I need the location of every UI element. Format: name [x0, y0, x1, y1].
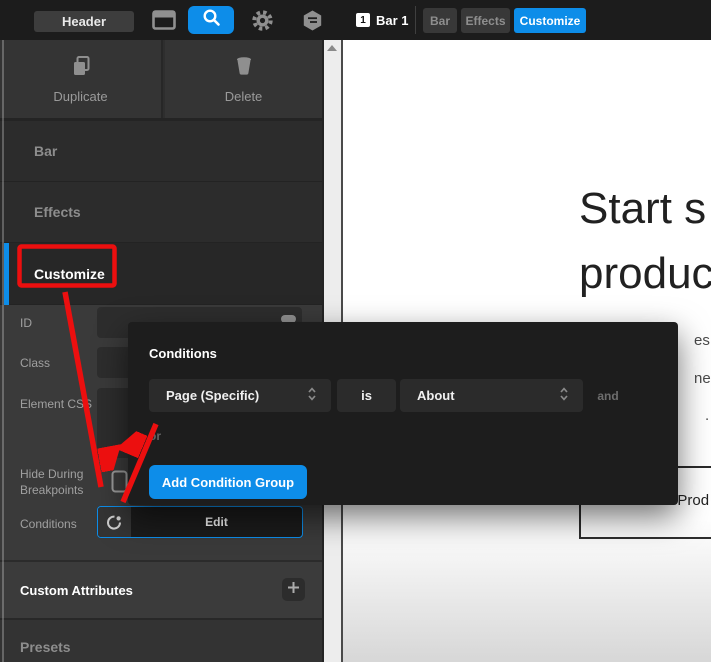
top-toolbar: Header 1 Bar 1 Bar Effects Customize: [0, 0, 711, 40]
preview-bottom-fade: [343, 520, 711, 662]
conditions-status-icon: [98, 507, 131, 537]
preview-heading-line2: produc: [579, 249, 711, 298]
breakpoint-phone-icon[interactable]: [111, 470, 128, 498]
search-icon: [202, 8, 221, 32]
duplicate-button[interactable]: Duplicate: [0, 40, 163, 118]
custom-attributes-label: Custom Attributes: [20, 583, 133, 598]
element-index-badge: 1: [356, 13, 370, 27]
preview-paragraph-fragment: ne p: [694, 370, 711, 387]
builder-app: Header 1 Bar 1 Bar Effects Customize Dup…: [0, 0, 711, 662]
header-template-button[interactable]: Header: [34, 11, 134, 32]
condition-type-select[interactable]: Page (Specific): [149, 379, 331, 412]
search-button[interactable]: [188, 6, 234, 34]
sidebar-left-edge-line: [2, 40, 4, 662]
and-connector-label: and: [597, 388, 619, 403]
chevron-up-down-icon: [307, 386, 317, 405]
conditions-edit-button[interactable]: Edit: [131, 507, 302, 537]
active-section-indicator: [4, 243, 9, 305]
window-layout-icon[interactable]: [152, 10, 176, 30]
preview-heading-line1: Start s: [579, 184, 707, 233]
element-manager-hexagon-icon[interactable]: [301, 9, 324, 32]
tab-bar[interactable]: Bar: [423, 8, 457, 33]
duplicate-icon: [71, 55, 91, 82]
add-custom-attribute-button[interactable]: [282, 578, 305, 601]
tab-customize[interactable]: Customize: [514, 8, 586, 33]
presets-label: Presets: [20, 639, 71, 655]
or-connector-label: or: [149, 429, 161, 443]
delete-label: Delete: [224, 88, 263, 104]
section-bar[interactable]: Bar: [0, 121, 322, 182]
scrollbar-up-arrow-icon[interactable]: [327, 45, 337, 51]
class-field-label: Class: [20, 356, 51, 370]
conditions-popup: Conditions Page (Specific) is About and …: [128, 322, 678, 505]
section-customize[interactable]: Customize: [0, 243, 322, 305]
preview-paragraph-fragment: .: [705, 407, 710, 424]
breadcrumb-element-name: Bar 1: [376, 12, 409, 28]
plus-icon: [287, 581, 300, 599]
delete-button[interactable]: Delete: [165, 40, 322, 118]
tab-effects[interactable]: Effects: [461, 8, 510, 33]
duplicate-label: Duplicate: [53, 88, 108, 104]
settings-gear-icon[interactable]: [251, 9, 274, 32]
hide-during-breakpoints-label: Hide During Breakpoints: [20, 467, 84, 497]
conditions-field-label: Conditions: [20, 517, 77, 531]
conditions-popup-title: Conditions: [149, 346, 217, 361]
condition-operator[interactable]: is: [337, 379, 396, 412]
chevron-up-down-icon: [559, 386, 569, 405]
id-field-label: ID: [20, 316, 32, 330]
add-condition-group-button[interactable]: Add Condition Group: [149, 465, 307, 499]
element-css-label: Element CSS: [20, 397, 93, 411]
conditions-edit-control[interactable]: Edit: [97, 506, 303, 538]
section-effects[interactable]: Effects: [0, 182, 322, 243]
toolbar-divider: [415, 6, 416, 34]
condition-type-value: Page (Specific): [166, 388, 260, 403]
condition-value-select[interactable]: About: [400, 379, 583, 412]
trash-icon: [235, 55, 253, 82]
preview-paragraph-fragment: es ar: [694, 332, 711, 349]
condition-value: About: [417, 388, 455, 403]
